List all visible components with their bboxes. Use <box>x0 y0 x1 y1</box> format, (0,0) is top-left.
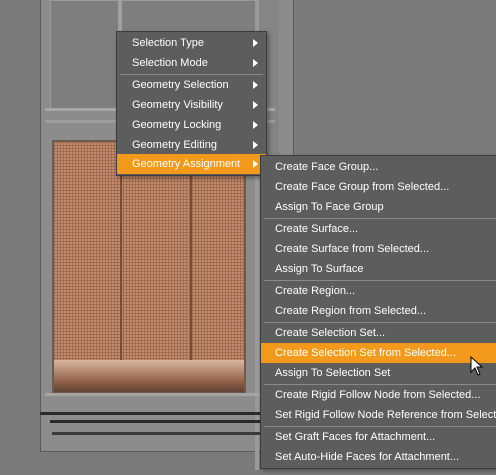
menu-item-label: Create Selection Set from Selected... <box>275 347 456 359</box>
door-sill <box>50 420 290 423</box>
menu-item-create-face-group[interactable]: Create Face Group... <box>261 157 496 177</box>
menu-item-create-selection-set[interactable]: Create Selection Set... <box>261 323 496 343</box>
menu-item-geometry-selection[interactable]: Geometry Selection <box>117 75 266 95</box>
menu-item-geometry-assignment[interactable]: Geometry Assignment <box>117 154 266 174</box>
submenu-arrow-icon <box>253 141 258 149</box>
menu-item-create-rigid-follow-node[interactable]: Create Rigid Follow Node from Selected..… <box>261 385 496 405</box>
menu-item-geometry-visibility[interactable]: Geometry Visibility <box>117 95 266 115</box>
menu-item-label: Create Rigid Follow Node from Selected..… <box>275 389 481 401</box>
menu-item-selection-type[interactable]: Selection Type <box>117 33 266 53</box>
menu-item-label: Assign To Surface <box>275 263 364 275</box>
submenu-arrow-icon <box>253 121 258 129</box>
menu-item-set-auto-hide-faces[interactable]: Set Auto-Hide Faces for Attachment... <box>261 447 496 467</box>
menu-item-label: Geometry Locking <box>132 119 222 131</box>
menu-item-label: Create Region from Selected... <box>275 305 427 317</box>
copper-mesh-door <box>52 140 246 394</box>
menu-item-label: Create Region... <box>275 285 356 297</box>
menu-item-label: Geometry Selection <box>132 79 229 91</box>
frame-rail <box>45 393 290 396</box>
door-divider <box>190 142 192 392</box>
menu-item-set-rigid-follow-node-reference[interactable]: Set Rigid Follow Node Reference from Sel… <box>261 405 496 425</box>
menu-item-set-graft-faces[interactable]: Set Graft Faces for Attachment... <box>261 427 496 447</box>
menu-item-label: Create Surface... <box>275 223 359 235</box>
menu-item-label: Create Selection Set... <box>275 327 386 339</box>
menu-item-label: Set Rigid Follow Node Reference from Sel… <box>275 409 496 421</box>
menu-item-label: Set Graft Faces for Attachment... <box>275 431 436 443</box>
menu-item-label: Create Face Group from Selected... <box>275 181 450 193</box>
menu-item-create-selection-set-from-selected[interactable]: Create Selection Set from Selected... <box>261 343 496 363</box>
menu-item-label: Geometry Visibility <box>132 99 223 111</box>
menu-item-create-face-group-from-selected[interactable]: Create Face Group from Selected... <box>261 177 496 197</box>
submenu-arrow-icon <box>253 160 258 168</box>
submenu-arrow-icon <box>253 101 258 109</box>
geometry-assignment-submenu: Create Face Group... Create Face Group f… <box>260 155 496 469</box>
context-menu: Selection Type Selection Mode Geometry S… <box>116 31 267 176</box>
door-bottom-reflection <box>54 360 244 392</box>
menu-item-create-surface[interactable]: Create Surface... <box>261 219 496 239</box>
menu-item-create-region[interactable]: Create Region... <box>261 281 496 301</box>
menu-item-label: Create Face Group... <box>275 161 379 173</box>
menu-item-create-region-from-selected[interactable]: Create Region from Selected... <box>261 301 496 321</box>
menu-item-geometry-editing[interactable]: Geometry Editing <box>117 135 266 155</box>
menu-item-label: Set Auto-Hide Faces for Attachment... <box>275 451 460 463</box>
menu-item-label: Selection Type <box>132 37 204 49</box>
menu-item-label: Geometry Editing <box>132 139 217 151</box>
door-sill <box>40 412 285 415</box>
menu-item-label: Assign To Selection Set <box>275 367 391 379</box>
menu-item-assign-to-surface[interactable]: Assign To Surface <box>261 259 496 279</box>
submenu-arrow-icon <box>253 59 258 67</box>
menu-item-geometry-locking[interactable]: Geometry Locking <box>117 115 266 135</box>
menu-item-selection-mode[interactable]: Selection Mode <box>117 53 266 73</box>
menu-item-label: Geometry Assignment <box>132 158 241 170</box>
menu-item-label: Create Surface from Selected... <box>275 243 430 255</box>
menu-item-label: Selection Mode <box>132 57 208 69</box>
mouse-pointer-icon <box>470 356 484 376</box>
menu-item-create-surface-from-selected[interactable]: Create Surface from Selected... <box>261 239 496 259</box>
menu-item-assign-to-face-group[interactable]: Assign To Face Group <box>261 197 496 217</box>
menu-item-label: Assign To Face Group <box>275 201 384 213</box>
door-divider <box>120 142 122 392</box>
submenu-arrow-icon <box>253 81 258 89</box>
submenu-arrow-icon <box>253 39 258 47</box>
door-sill <box>52 432 282 435</box>
menu-item-assign-to-selection-set[interactable]: Assign To Selection Set <box>261 363 496 383</box>
